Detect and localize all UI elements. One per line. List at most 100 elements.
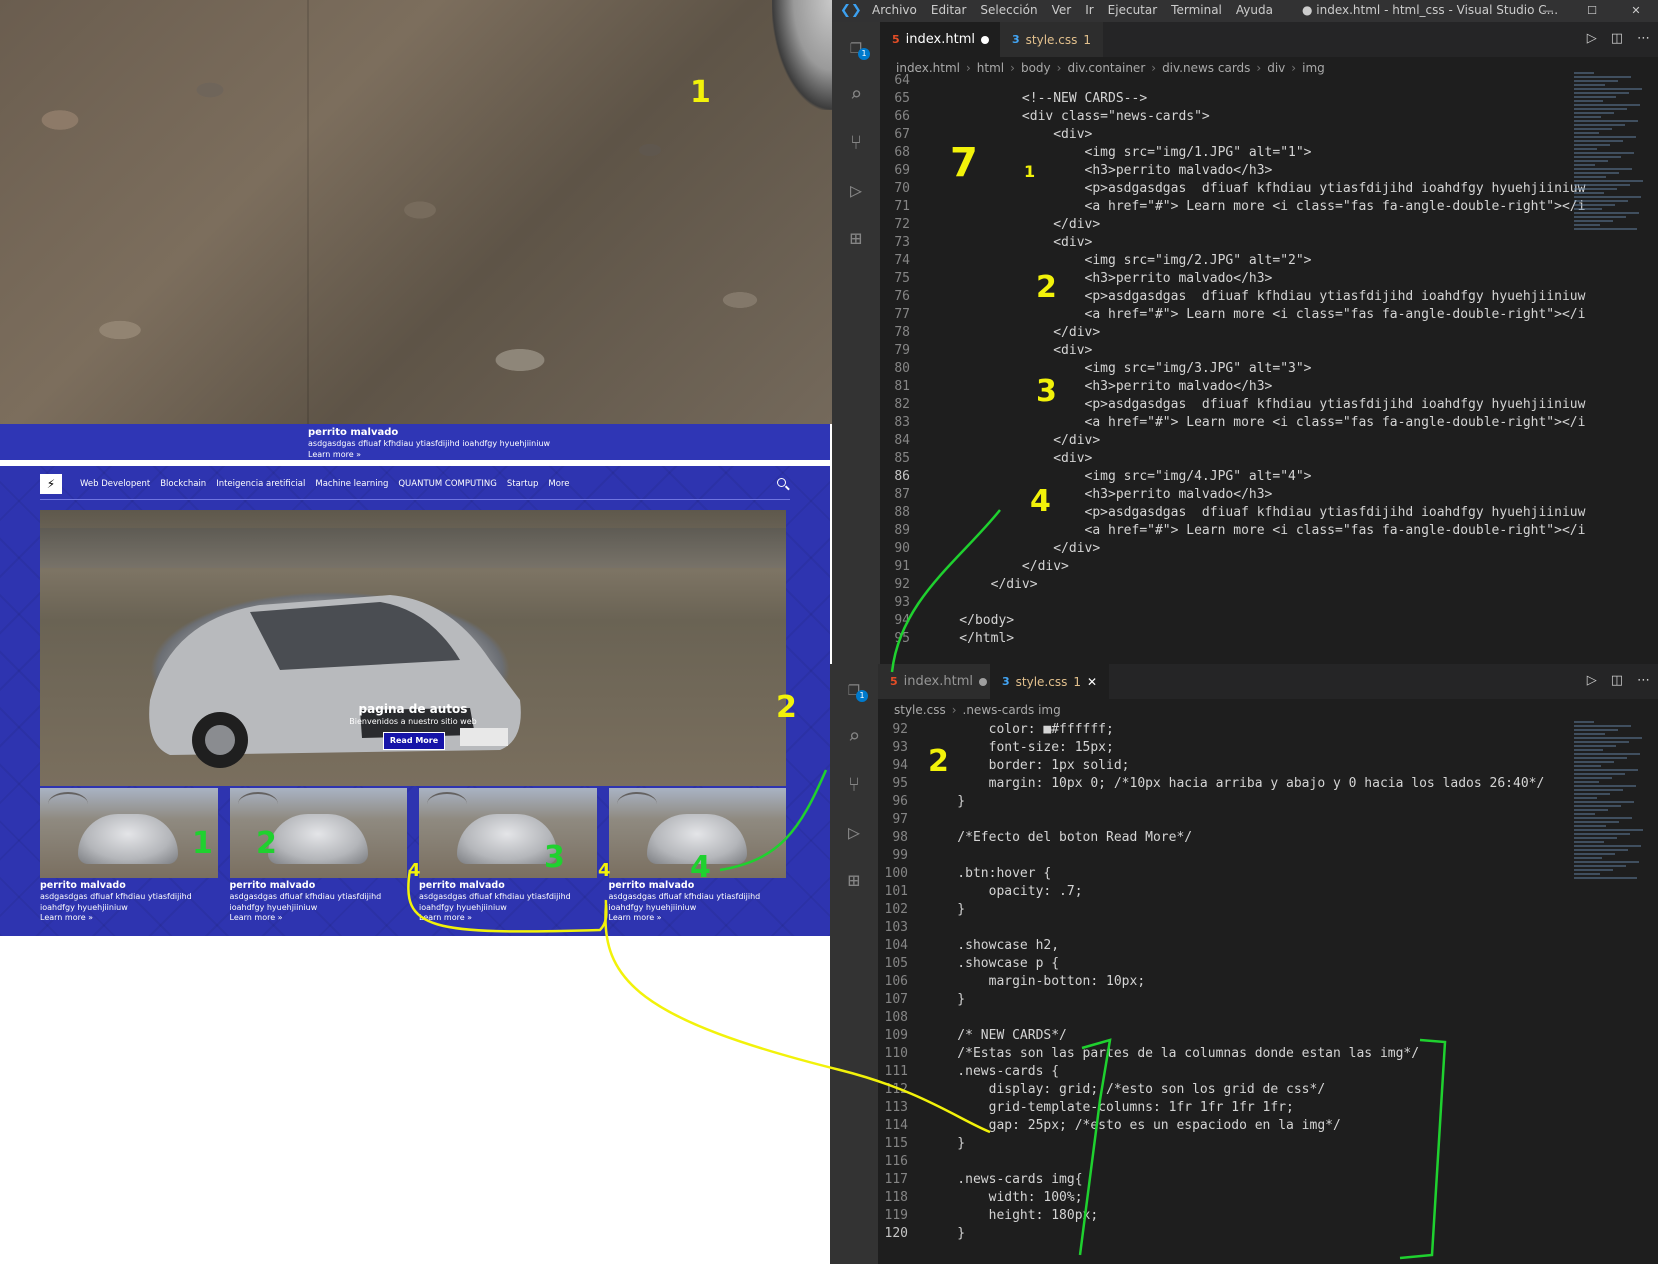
code-line[interactable]: 88 <p>asdgasdgas dfiuaf kfhdiau ytiasfdi… — [880, 504, 1585, 522]
code-line[interactable]: 120 } — [878, 1225, 1544, 1243]
code-line[interactable]: 107 } — [878, 991, 1544, 1009]
code-line[interactable]: 85 <div> — [880, 450, 1585, 468]
code-line[interactable]: 110 /*Estas son las partes de la columna… — [878, 1045, 1544, 1063]
code-line[interactable]: 114 gap: 25px; /*esto es un espaciodo en… — [878, 1117, 1544, 1135]
tab-style-css[interactable]: 3 style.css 1 — [1000, 22, 1103, 57]
code-line[interactable]: 72 </div> — [880, 216, 1585, 234]
unsaved-dot-icon[interactable] — [980, 35, 989, 44]
code-editor-css[interactable]: 92 color: ■#ffffff; 93 font-size: 15px; 94… — [878, 721, 1545, 1243]
nav-item-blockchain[interactable]: Blockchain — [160, 479, 206, 489]
run-debug-icon[interactable]: ▷ — [832, 166, 880, 214]
split-editor-icon[interactable]: ◫ — [1611, 31, 1623, 46]
code-line[interactable]: 118 width: 100%; — [878, 1189, 1544, 1207]
tab-style-css[interactable]: 3 style.css 1 ✕ — [990, 664, 1110, 699]
code-line[interactable]: 103 — [878, 919, 1544, 937]
code-line[interactable]: 93 font-size: 15px; — [878, 739, 1544, 757]
run-debug-icon[interactable]: ▷ — [830, 808, 878, 856]
code-line[interactable]: 111 .news-cards { — [878, 1063, 1544, 1081]
nav-item-ai[interactable]: Inteigencia aretificial — [216, 479, 305, 489]
code-line[interactable]: 94 border: 1px solid; — [878, 757, 1544, 775]
code-line[interactable]: 83 <a href="#"> Learn more <i class="fas… — [880, 414, 1585, 432]
code-line[interactable]: 106 margin-botton: 10px; — [878, 973, 1544, 991]
minimap[interactable] — [1574, 72, 1644, 232]
code-line[interactable]: 65 <!--NEW CARDS--> — [880, 90, 1585, 108]
code-line[interactable]: 77 <a href="#"> Learn more <i class="fas… — [880, 306, 1585, 324]
code-line[interactable]: 95 </html> — [880, 630, 1585, 648]
code-line[interactable]: 101 opacity: .7; — [878, 883, 1544, 901]
code-line[interactable]: 97 — [878, 811, 1544, 829]
breadcrumb-item[interactable]: .news-cards img — [963, 703, 1061, 717]
menu-seleccion[interactable]: Selección — [980, 3, 1037, 17]
code-line[interactable]: 104 .showcase h2, — [878, 937, 1544, 955]
menu-ayuda[interactable]: Ayuda — [1236, 3, 1273, 17]
read-more-button[interactable]: Read More — [383, 732, 445, 750]
source-control-icon[interactable]: ⑂ — [830, 760, 878, 808]
strip-learn-more-link[interactable]: Learn more » — [308, 450, 361, 459]
explorer-icon[interactable]: ❐ 1 — [832, 22, 880, 70]
breadcrumb-item[interactable]: style.css — [894, 703, 946, 717]
nav-item-quantum-computing[interactable]: QUANTUM COMPUTING — [398, 479, 497, 489]
more-actions-icon[interactable]: ⋯ — [1637, 31, 1650, 46]
code-line[interactable]: 86 <img src="img/4.JPG" alt="4"> — [880, 468, 1585, 486]
menu-editar[interactable]: Editar — [931, 3, 967, 17]
more-actions-icon[interactable]: ⋯ — [1637, 673, 1650, 688]
code-line[interactable]: 93 — [880, 594, 1585, 612]
code-line[interactable]: 100 .btn:hover { — [878, 865, 1544, 883]
code-line[interactable]: 94 </body> — [880, 612, 1585, 630]
bolt-logo-icon[interactable]: ⚡ — [40, 474, 62, 494]
code-line[interactable]: 73 <div> — [880, 234, 1585, 252]
code-line[interactable]: 64 — [880, 72, 1585, 90]
code-line[interactable]: 96 } — [878, 793, 1544, 811]
code-line[interactable]: 91 </div> — [880, 558, 1585, 576]
tab-index-html[interactable]: 5 index.html — [880, 22, 1001, 57]
code-line[interactable]: 68 <img src="img/1.JPG" alt="1"> — [880, 144, 1585, 162]
code-line[interactable]: 92 color: ■#ffffff; — [878, 721, 1544, 739]
run-icon[interactable]: ▷ — [1587, 31, 1597, 46]
code-line[interactable]: 90 </div> — [880, 540, 1585, 558]
code-line[interactable]: 89 <a href="#"> Learn more <i class="fas… — [880, 522, 1585, 540]
extensions-icon[interactable]: ⊞ — [830, 856, 878, 904]
card-learn-more-link[interactable]: Learn more » — [230, 913, 408, 922]
run-icon[interactable]: ▷ — [1587, 673, 1597, 688]
nav-item-web-development[interactable]: Web Developent — [80, 479, 150, 489]
code-line[interactable]: 69 <h3>perrito malvado</h3> — [880, 162, 1585, 180]
code-line[interactable]: 70 <p>asdgasdgas dfiuaf kfhdiau ytiasfdi… — [880, 180, 1585, 198]
nav-item-more[interactable]: More — [548, 479, 569, 489]
maximize-button[interactable]: ☐ — [1570, 0, 1614, 22]
code-line[interactable]: 82 <p>asdgasdgas dfiuaf kfhdiau ytiasfdi… — [880, 396, 1585, 414]
explorer-icon[interactable]: ❐ 1 — [830, 664, 878, 712]
code-line[interactable]: 75 <h3>perrito malvado</h3> — [880, 270, 1585, 288]
close-window-button[interactable]: ✕ — [1614, 0, 1658, 22]
minimap[interactable] — [1574, 721, 1644, 881]
unsaved-dot-icon[interactable] — [978, 677, 987, 686]
extensions-icon[interactable]: ⊞ — [832, 214, 880, 262]
nav-item-startup[interactable]: Startup — [507, 479, 539, 489]
code-line[interactable]: 74 <img src="img/2.JPG" alt="2"> — [880, 252, 1585, 270]
code-line[interactable]: 78 </div> — [880, 324, 1585, 342]
minimize-button[interactable]: — — [1526, 0, 1570, 22]
code-line[interactable]: 79 <div> — [880, 342, 1585, 360]
card-learn-more-link[interactable]: Learn more » — [419, 913, 597, 922]
code-line[interactable]: 80 <img src="img/3.JPG" alt="3"> — [880, 360, 1585, 378]
split-editor-icon[interactable]: ◫ — [1611, 673, 1623, 688]
close-tab-icon[interactable]: ✕ — [1087, 675, 1097, 689]
menu-ir[interactable]: Ir — [1085, 3, 1093, 17]
menu-terminal[interactable]: Terminal — [1171, 3, 1222, 17]
card-learn-more-link[interactable]: Learn more » — [40, 913, 218, 922]
search-icon[interactable]: ⌕ — [832, 70, 880, 118]
code-line[interactable]: 95 margin: 10px 0; /*10px hacia arriba y… — [878, 775, 1544, 793]
code-line[interactable]: 116 — [878, 1153, 1544, 1171]
code-line[interactable]: 66 <div class="news-cards"> — [880, 108, 1585, 126]
code-line[interactable]: 108 — [878, 1009, 1544, 1027]
code-line[interactable]: 84 </div> — [880, 432, 1585, 450]
code-line[interactable]: 67 <div> — [880, 126, 1585, 144]
code-line[interactable]: 115 } — [878, 1135, 1544, 1153]
code-line[interactable]: 87 <h3>perrito malvado</h3> — [880, 486, 1585, 504]
code-line[interactable]: 113 grid-template-columns: 1fr 1fr 1fr 1… — [878, 1099, 1544, 1117]
code-line[interactable]: 99 — [878, 847, 1544, 865]
code-line[interactable]: 98 /*Efecto del boton Read More*/ — [878, 829, 1544, 847]
source-control-icon[interactable]: ⑂ — [832, 118, 880, 166]
search-icon[interactable]: ⌕ — [830, 712, 878, 760]
code-line[interactable]: 81 <h3>perrito malvado</h3> — [880, 378, 1585, 396]
code-line[interactable]: 71 <a href="#"> Learn more <i class="fas… — [880, 198, 1585, 216]
